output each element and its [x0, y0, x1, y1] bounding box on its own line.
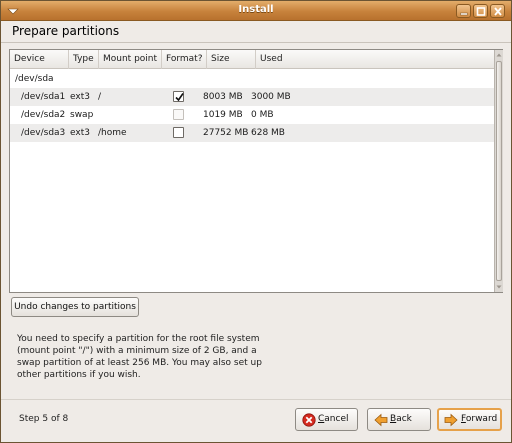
mount-cell: / — [98, 92, 102, 102]
column-header-used[interactable]: Used — [256, 50, 494, 69]
table-row[interactable]: /dev/sda2 swap 1019 MB 0 MB — [10, 106, 494, 124]
cancel-icon — [302, 413, 316, 427]
used-cell: 0 MB — [251, 110, 274, 120]
format-checkbox[interactable] — [173, 127, 184, 138]
forward-label: orward — [465, 414, 498, 424]
column-header-mount-point[interactable]: Mount point — [99, 50, 162, 69]
table-scrollbar[interactable] — [494, 50, 503, 292]
column-header-type[interactable]: Type — [69, 50, 99, 69]
forward-button[interactable]: Forward — [437, 408, 502, 431]
device-cell: /dev/sda2 — [21, 110, 66, 120]
cancel-label: ancel — [324, 414, 349, 424]
disk-label: /dev/sda — [15, 74, 54, 84]
mount-cell: /home — [98, 128, 127, 138]
used-cell: 628 MB — [251, 128, 285, 138]
page-title: Prepare partitions — [12, 24, 120, 38]
size-cell: 1019 MB — [203, 110, 243, 120]
header-divider — [1, 42, 511, 43]
type-cell: swap — [70, 110, 94, 120]
used-cell: 3000 MB — [251, 92, 291, 102]
table-row[interactable]: /dev/sda3 ext3 /home 27752 MB 628 MB — [10, 124, 494, 142]
title-bar[interactable]: Install — [1, 1, 511, 21]
table-row-disk[interactable]: /dev/sda — [10, 70, 494, 88]
scroll-down-icon[interactable] — [495, 282, 503, 292]
partition-table[interactable]: Device Type Mount point Format? Size Use… — [9, 49, 503, 293]
checkmark-icon — [175, 93, 184, 102]
partition-requirements-text: You need to specify a partition for the … — [17, 334, 262, 380]
table-header: Device Type Mount point Format? Size Use… — [10, 50, 494, 69]
size-cell: 27752 MB — [203, 128, 249, 138]
close-icon — [494, 7, 502, 16]
column-header-format[interactable]: Format? — [162, 50, 207, 69]
back-button[interactable]: Back — [367, 408, 431, 431]
size-cell: 8003 MB — [203, 92, 243, 102]
device-cell: /dev/sda3 — [21, 128, 66, 138]
undo-changes-button[interactable]: Undo changes to partitions — [11, 297, 139, 317]
back-arrow-icon — [374, 413, 388, 427]
column-header-size[interactable]: Size — [207, 50, 256, 69]
maximize-icon — [476, 7, 486, 16]
close-window-button[interactable] — [490, 4, 505, 18]
maximize-button[interactable] — [473, 4, 488, 18]
type-cell: ext3 — [70, 92, 90, 102]
footer-divider — [1, 399, 511, 400]
type-cell: ext3 — [70, 128, 90, 138]
format-checkbox — [173, 109, 184, 120]
scrollbar-thumb[interactable] — [496, 61, 502, 281]
window-title: Install — [238, 4, 274, 15]
column-header-device[interactable]: Device — [10, 50, 69, 69]
cancel-button[interactable]: Cancel — [295, 408, 358, 431]
format-checkbox[interactable] — [173, 91, 184, 102]
installer-window: Install Prepare partitions Device Type M… — [0, 0, 512, 443]
scroll-up-icon[interactable] — [495, 50, 503, 60]
back-label: ack — [396, 414, 412, 424]
device-cell: /dev/sda1 — [21, 92, 66, 102]
minimize-button[interactable] — [456, 4, 471, 18]
minimize-icon — [460, 12, 468, 16]
table-row[interactable]: /dev/sda1 ext3 / 8003 MB 3000 MB — [10, 88, 494, 106]
forward-arrow-icon — [444, 413, 458, 427]
step-indicator: Step 5 of 8 — [19, 414, 69, 424]
